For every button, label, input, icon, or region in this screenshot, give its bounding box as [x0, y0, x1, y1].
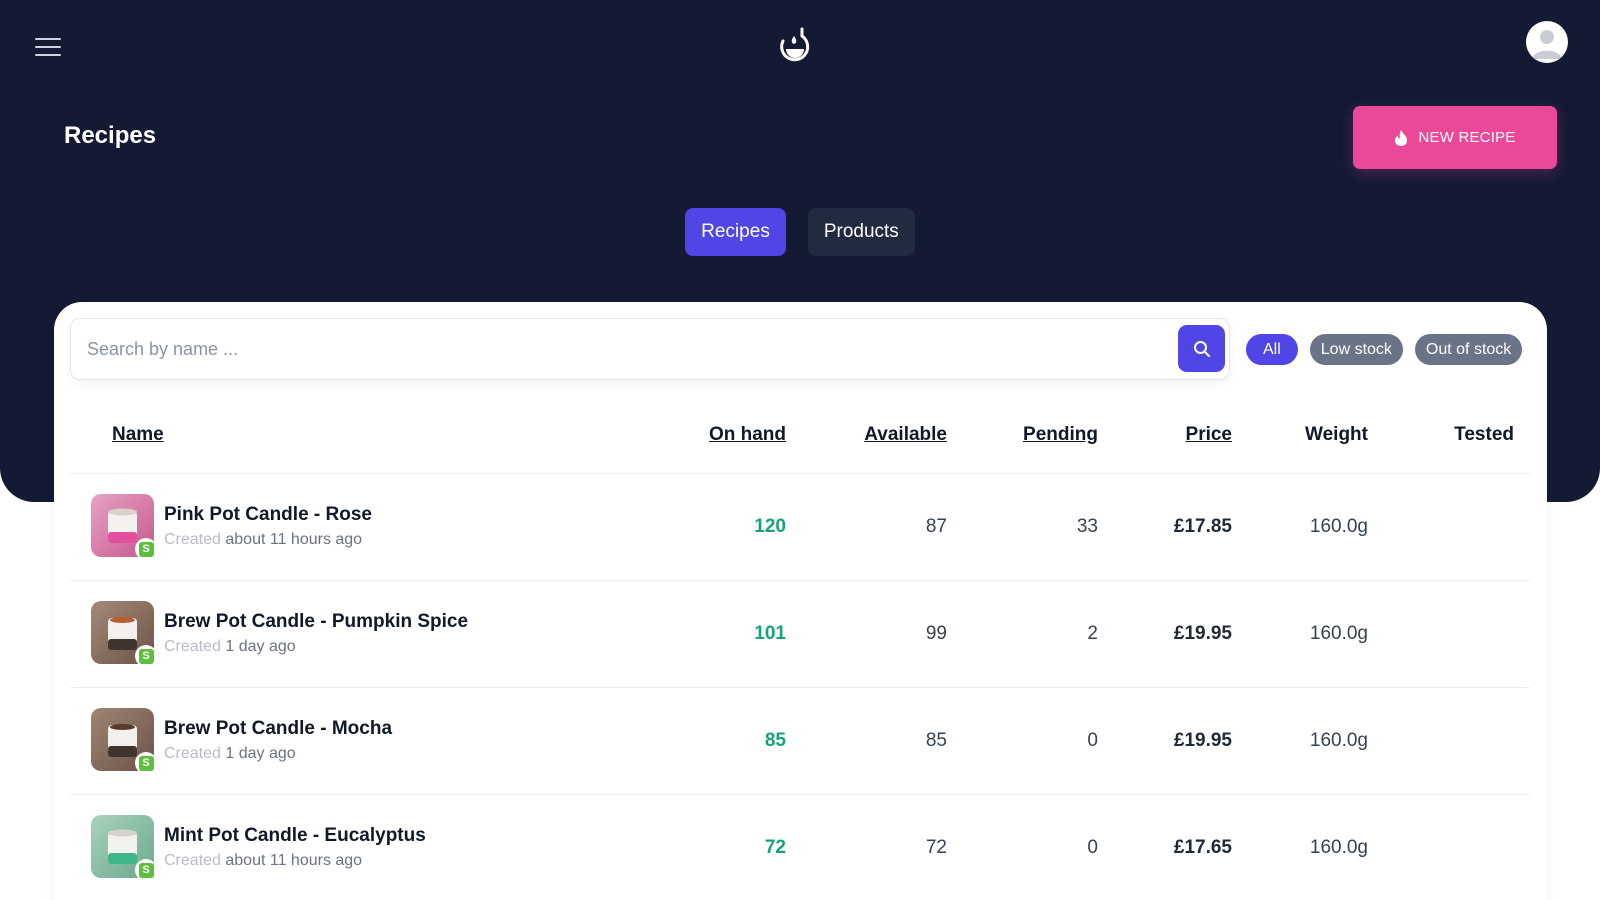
search-icon — [1193, 340, 1210, 357]
search-bar — [70, 318, 1230, 380]
user-avatar-icon[interactable] — [1526, 21, 1568, 63]
shopify-icon: S — [135, 752, 157, 774]
product-created: Created about 11 hours ago — [164, 531, 363, 548]
price-value: £19.95 — [1173, 730, 1232, 751]
product-created: Created 1 day ago — [164, 638, 296, 655]
logo-icon — [780, 27, 810, 62]
available-value: 99 — [925, 623, 947, 644]
table-row[interactable]: S Brew Pot Candle - Mocha Created 1 day … — [70, 688, 1530, 795]
on-hand-value: 120 — [754, 516, 786, 537]
pending-value: 0 — [1087, 837, 1098, 858]
price-value: £19.95 — [1173, 623, 1232, 644]
table-row[interactable]: S Pink Pot Candle - Rose Created about 1… — [70, 474, 1530, 581]
pending-value: 0 — [1087, 730, 1098, 751]
table-row[interactable]: S Mint Pot Candle - Eucalyptus Created a… — [70, 795, 1530, 900]
product-thumbnail: S — [91, 708, 157, 774]
tab-recipes[interactable]: Recipes — [685, 208, 786, 256]
col-on-hand[interactable]: On hand — [709, 424, 786, 446]
col-name[interactable]: Name — [112, 424, 164, 446]
shopify-icon: S — [135, 859, 157, 881]
product-name[interactable]: Pink Pot Candle - Rose — [164, 504, 372, 526]
recipes-table: Name On hand Available Pending Price Wei… — [70, 394, 1530, 900]
product-thumbnail: S — [91, 494, 157, 560]
weight-value: 160.0g — [1309, 837, 1368, 858]
shopify-icon: S — [135, 538, 157, 560]
recipes-card: All Low stock Out of stock Name On hand … — [54, 302, 1547, 900]
available-value: 72 — [925, 837, 947, 858]
new-recipe-button[interactable]: NEW RECIPE — [1353, 106, 1557, 169]
product-name[interactable]: Brew Pot Candle - Pumpkin Spice — [164, 611, 468, 633]
pending-value: 33 — [1076, 516, 1098, 537]
new-recipe-label: NEW RECIPE — [1418, 129, 1516, 146]
product-thumbnail: S — [91, 815, 157, 881]
product-created: Created 1 day ago — [164, 745, 296, 762]
menu-icon[interactable] — [35, 38, 61, 56]
col-tested: Tested — [1454, 424, 1514, 445]
col-price[interactable]: Price — [1186, 424, 1232, 446]
product-created: Created about 11 hours ago — [164, 852, 363, 869]
weight-value: 160.0g — [1309, 516, 1368, 537]
tab-products[interactable]: Products — [807, 208, 915, 256]
available-value: 85 — [925, 730, 947, 751]
col-available[interactable]: Available — [864, 424, 947, 446]
view-tabs: Recipes Products — [0, 208, 1600, 256]
product-thumbnail: S — [91, 601, 157, 667]
search-button[interactable] — [1178, 325, 1225, 372]
product-name[interactable]: Brew Pot Candle - Mocha — [164, 718, 392, 740]
on-hand-value: 85 — [764, 730, 786, 751]
col-weight: Weight — [1305, 424, 1368, 445]
page-title: Recipes — [64, 122, 157, 149]
weight-value: 160.0g — [1309, 730, 1368, 751]
filter-out-of-stock[interactable]: Out of stock — [1414, 334, 1523, 365]
col-pending[interactable]: Pending — [1023, 424, 1098, 446]
filter-all[interactable]: All — [1246, 334, 1298, 365]
price-value: £17.65 — [1173, 837, 1232, 858]
table-row[interactable]: S Brew Pot Candle - Pumpkin Spice Create… — [70, 581, 1530, 688]
weight-value: 160.0g — [1309, 623, 1368, 644]
product-name[interactable]: Mint Pot Candle - Eucalyptus — [164, 825, 426, 847]
shopify-icon: S — [135, 645, 157, 667]
filter-low-stock[interactable]: Low stock — [1309, 334, 1403, 365]
price-value: £17.85 — [1173, 516, 1232, 537]
available-value: 87 — [925, 516, 947, 537]
flame-icon — [1395, 129, 1408, 146]
pending-value: 2 — [1087, 623, 1098, 644]
table-header: Name On hand Available Pending Price Wei… — [70, 394, 1530, 474]
on-hand-value: 72 — [764, 837, 786, 858]
search-input[interactable] — [71, 319, 1151, 379]
stock-filters: All Low stock Out of stock — [1246, 334, 1523, 365]
on-hand-value: 101 — [754, 623, 786, 644]
